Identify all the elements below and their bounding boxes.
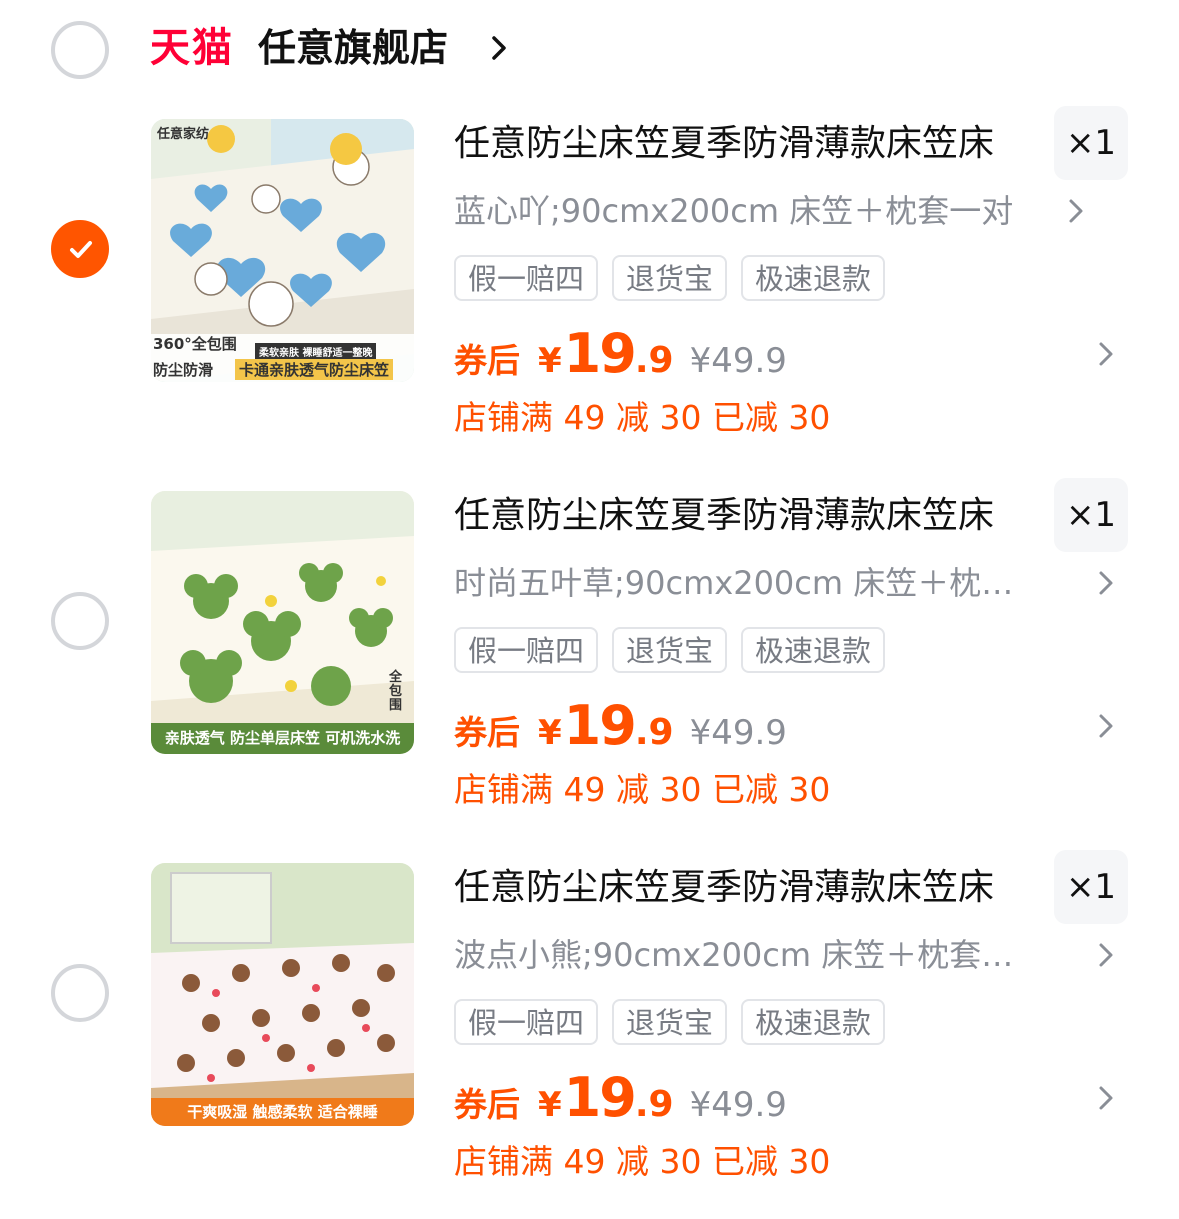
price-chevron-right-icon[interactable] <box>1098 341 1114 367</box>
tag-fake-compensation: 假一赔四 <box>454 999 599 1045</box>
product-image[interactable]: 全包围 亲肤透气 防尘单层床笠 可机洗水洗 <box>151 491 414 754</box>
service-tags: 假一赔四 退货宝 极速退款 <box>454 627 886 673</box>
price-chevron-right-icon[interactable] <box>1098 713 1114 739</box>
coupon-label: 券后 <box>454 713 520 752</box>
image-sub-text: 柔软亲肤 裸睡舒适一整晚 <box>255 343 377 360</box>
tag-return-insurance: 退货宝 <box>612 255 728 301</box>
store-chevron-right-icon[interactable] <box>490 34 508 62</box>
product-image-graphic <box>151 863 414 1126</box>
price-row: 券后 ¥ 19 .9 ¥49.9 <box>454 1066 787 1130</box>
tag-fast-refund: 极速退款 <box>741 999 886 1045</box>
cart-item: 干爽吸湿 触感柔软 适合裸睡 任意防尘床笠夏季防滑薄款床笠床 ×1 波点小熊;9… <box>0 846 1179 1218</box>
store-promo-text: 店铺满 49 减 30 已减 30 <box>454 770 831 809</box>
store-select-radio[interactable] <box>51 21 109 79</box>
item-select-radio[interactable] <box>51 592 109 650</box>
item-select-radio[interactable] <box>51 964 109 1022</box>
original-price: ¥49.9 <box>689 713 787 753</box>
product-title[interactable]: 任意防尘床笠夏季防滑薄款床笠床 <box>454 116 1044 172</box>
store-promo-text: 店铺满 49 减 30 已减 30 <box>454 1142 831 1181</box>
image-caption: 干爽吸湿 触感柔软 适合裸睡 <box>187 1103 378 1121</box>
tag-fake-compensation: 假一赔四 <box>454 255 599 301</box>
coupon-label: 券后 <box>454 1085 520 1124</box>
tag-fast-refund: 极速退款 <box>741 255 886 301</box>
product-title[interactable]: 任意防尘床笠夏季防滑薄款床笠床 <box>454 860 1044 916</box>
image-corner-text: 任意家纺 <box>157 127 210 142</box>
store-promo-text: 店铺满 49 减 30 已减 30 <box>454 398 831 437</box>
quantity-button[interactable]: ×1 <box>1054 478 1128 552</box>
currency-symbol: ¥ <box>538 1085 562 1125</box>
service-tags: 假一赔四 退货宝 极速退款 <box>454 255 886 301</box>
tag-return-insurance: 退货宝 <box>612 627 728 673</box>
sku-selector[interactable]: 时尚五叶草;90cmx200cm 床笠＋枕… <box>454 558 1054 608</box>
price-integer: 19 <box>563 1066 637 1129</box>
sku-selector[interactable]: 波点小熊;90cmx200cm 床笠＋枕套… <box>454 930 1054 980</box>
currency-symbol: ¥ <box>538 341 562 381</box>
quantity-button[interactable]: ×1 <box>1054 850 1128 924</box>
product-image[interactable]: 干爽吸湿 触感柔软 适合裸睡 <box>151 863 414 1126</box>
price-chevron-right-icon[interactable] <box>1098 1085 1114 1111</box>
price-decimal: .9 <box>634 340 674 381</box>
coupon-label: 券后 <box>454 341 520 380</box>
price-row: 券后 ¥ 19 .9 ¥49.9 <box>454 322 787 386</box>
tag-fast-refund: 极速退款 <box>741 627 886 673</box>
image-caption: 亲肤透气 防尘单层床笠 可机洗水洗 <box>164 729 401 747</box>
sku-selector[interactable]: 蓝心吖;90cmx200cm 床笠＋枕套一对 <box>454 186 1054 236</box>
original-price: ¥49.9 <box>689 341 787 381</box>
checkmark-icon <box>70 241 92 258</box>
image-left-text: 防尘防滑 <box>153 361 214 379</box>
sku-chevron-right-icon[interactable] <box>1098 570 1114 596</box>
product-title[interactable]: 任意防尘床笠夏季防滑薄款床笠床 <box>454 488 1044 544</box>
original-price: ¥49.9 <box>689 1085 787 1125</box>
image-caption: 卡通亲肤透气防尘床笠 <box>235 359 394 380</box>
cart-item: 全包围 亲肤透气 防尘单层床笠 可机洗水洗 任意防尘床笠夏季防滑薄款床笠床 ×1… <box>0 474 1179 846</box>
tag-fake-compensation: 假一赔四 <box>454 627 599 673</box>
service-tags: 假一赔四 退货宝 极速退款 <box>454 999 886 1045</box>
cart-item: 任意家纺 360°全包围 柔软亲肤 裸睡舒适一整晚 防尘防滑 卡通亲肤透气防尘床… <box>0 102 1179 474</box>
tmall-logo: 天猫 <box>150 25 234 71</box>
product-image-graphic <box>151 491 414 754</box>
product-image[interactable]: 任意家纺 360°全包围 柔软亲肤 裸睡舒适一整晚 防尘防滑 卡通亲肤透气防尘床… <box>151 119 414 382</box>
sku-chevron-right-icon[interactable] <box>1098 942 1114 968</box>
currency-symbol: ¥ <box>538 713 562 753</box>
item-select-radio[interactable] <box>51 220 109 278</box>
quantity-button[interactable]: ×1 <box>1054 106 1128 180</box>
price-decimal: .9 <box>634 1084 674 1125</box>
image-badge-text: 360°全包围 <box>153 335 237 353</box>
store-name[interactable]: 任意旗舰店 <box>258 20 448 76</box>
tag-return-insurance: 退货宝 <box>612 999 728 1045</box>
price-integer: 19 <box>563 694 637 757</box>
price-row: 券后 ¥ 19 .9 ¥49.9 <box>454 694 787 758</box>
price-integer: 19 <box>563 322 637 385</box>
image-side-text: 全包围 <box>389 670 403 713</box>
sku-chevron-right-icon[interactable] <box>1068 198 1084 224</box>
price-decimal: .9 <box>634 712 674 753</box>
